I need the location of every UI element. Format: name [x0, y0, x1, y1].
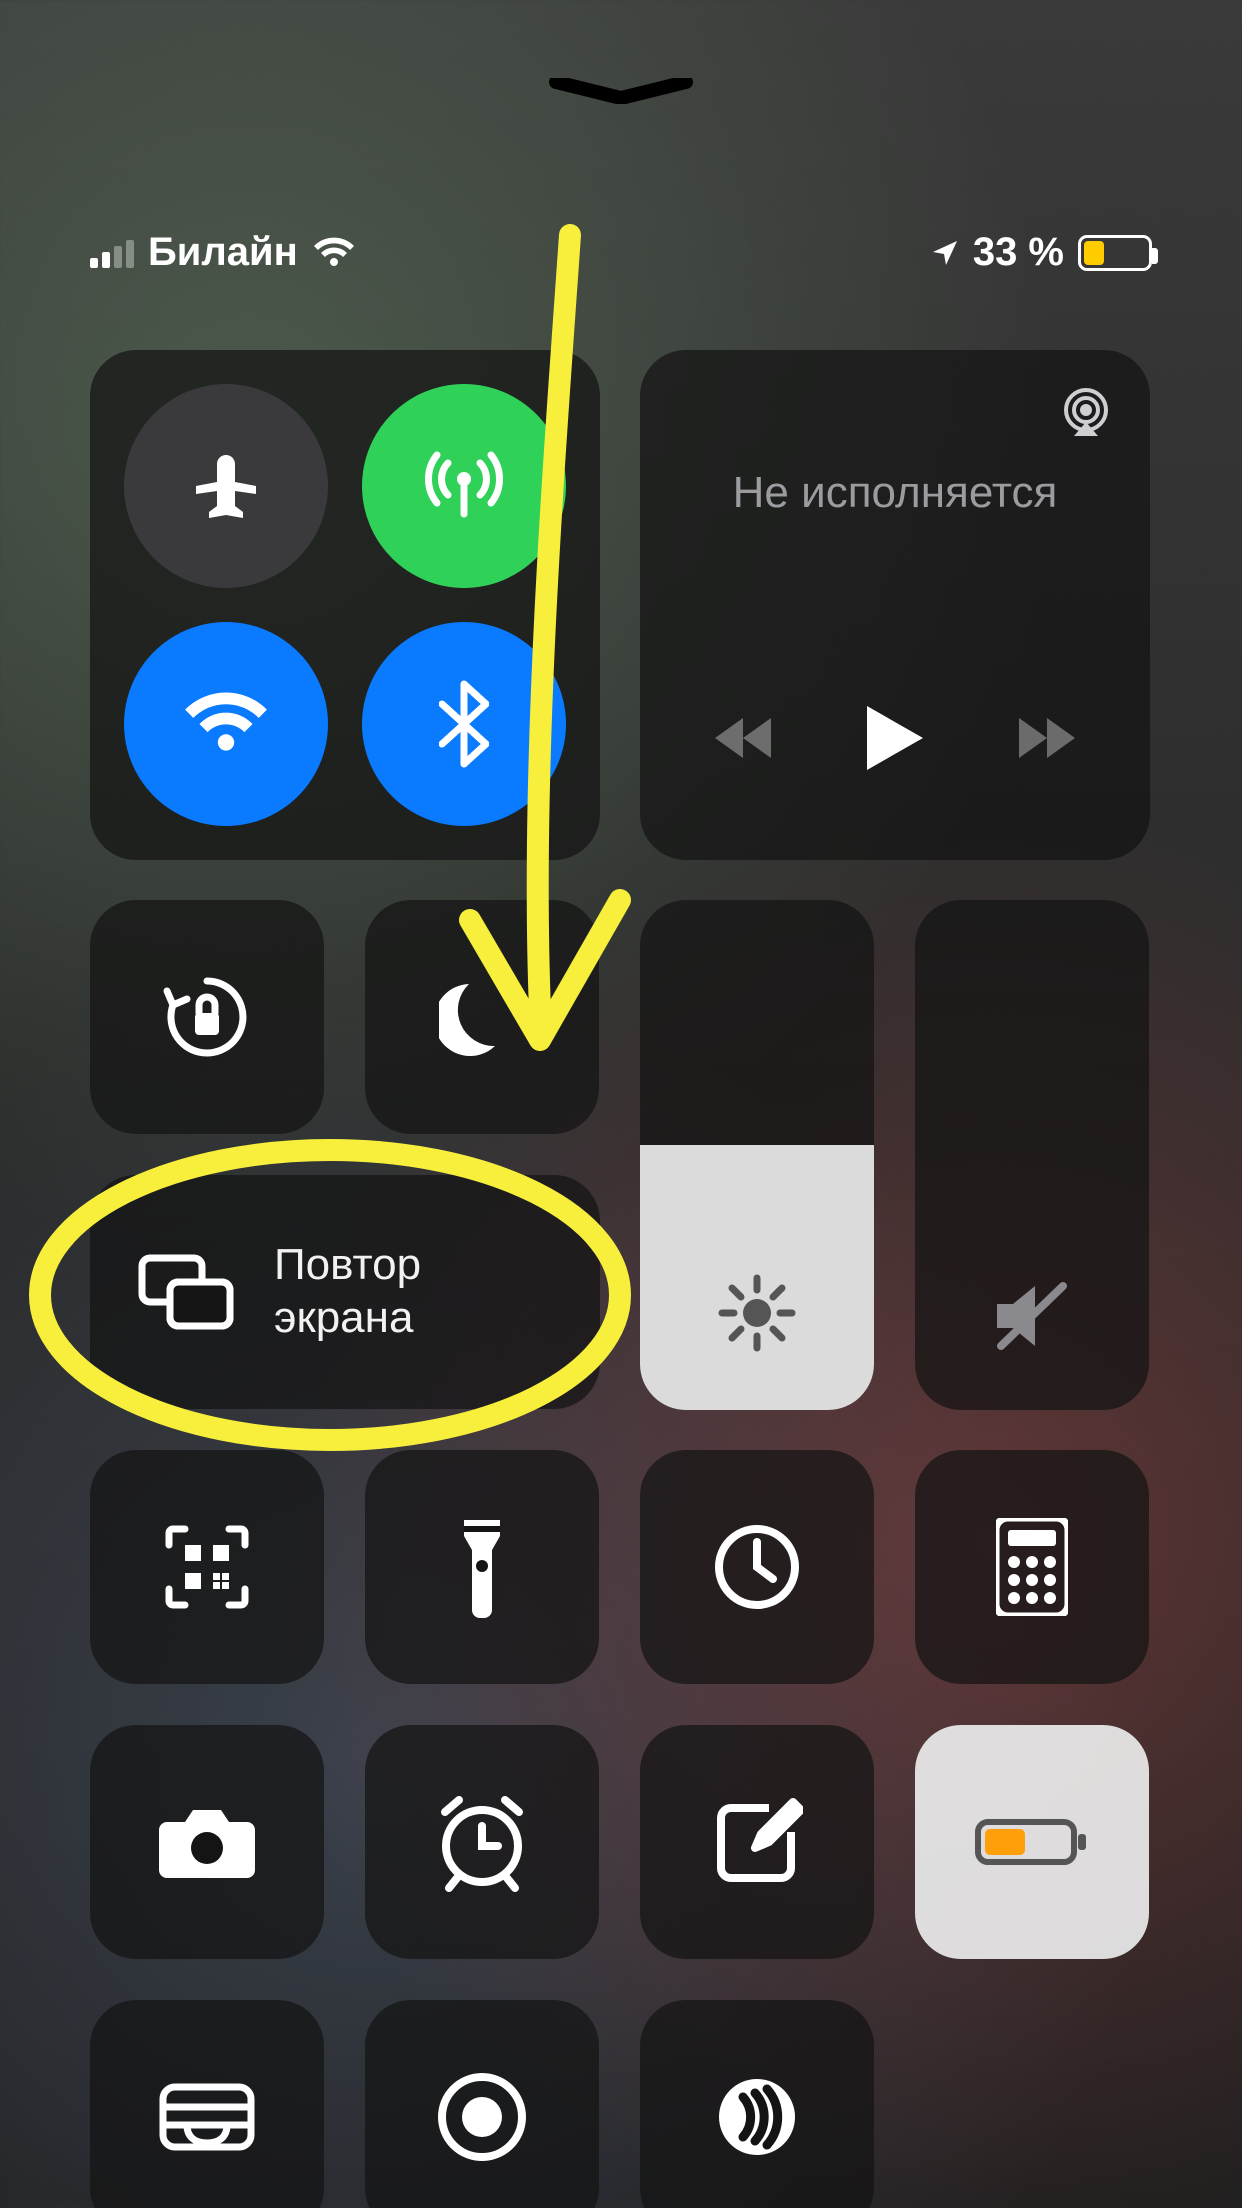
airplay-audio-icon[interactable]: [1056, 384, 1116, 444]
moon-icon: [439, 974, 525, 1060]
now-playing-panel[interactable]: Не исполняется: [640, 350, 1150, 860]
play-button[interactable]: [867, 706, 923, 770]
screen-mirroring-label: Повтор экрана: [274, 1239, 421, 1345]
wallet-icon: [157, 2077, 257, 2157]
bluetooth-button[interactable]: [362, 622, 566, 826]
dismiss-chevron-icon[interactable]: [546, 78, 696, 104]
screen-record-icon: [436, 2071, 528, 2163]
battery-icon: [1078, 235, 1152, 271]
low-power-mode-button[interactable]: [915, 1725, 1149, 1959]
carrier-label: Билайн: [148, 230, 298, 275]
screen-mirroring-button[interactable]: Повтор экрана: [90, 1175, 600, 1409]
note-compose-icon: [711, 1796, 803, 1888]
alarm-clock-icon: [431, 1792, 533, 1892]
battery-fill: [1084, 241, 1104, 265]
previous-track-button[interactable]: [713, 714, 777, 762]
qr-scanner-button[interactable]: [90, 1450, 324, 1684]
status-bar: Билайн 33 %: [90, 230, 1152, 275]
nfc-tag-reader-button[interactable]: [640, 2000, 874, 2208]
timer-button[interactable]: [640, 1450, 874, 1684]
calculator-button[interactable]: [915, 1450, 1149, 1684]
screen-mirroring-icon: [136, 1252, 236, 1332]
do-not-disturb-button[interactable]: [365, 900, 599, 1134]
next-track-button[interactable]: [1013, 714, 1077, 762]
flashlight-button[interactable]: [365, 1450, 599, 1684]
now-playing-title: Не исполняется: [733, 468, 1058, 518]
calculator-icon: [996, 1518, 1068, 1616]
airplane-mode-button[interactable]: [124, 384, 328, 588]
sun-icon: [714, 1270, 800, 1356]
nfc-icon: [711, 2071, 803, 2163]
cellular-data-button[interactable]: [362, 384, 566, 588]
cellular-signal-icon: [90, 238, 134, 268]
qr-code-icon: [161, 1521, 253, 1613]
wifi-button[interactable]: [124, 622, 328, 826]
connectivity-panel[interactable]: [90, 350, 600, 860]
cellular-antenna-icon: [421, 443, 507, 529]
rotation-lock-icon: [157, 967, 257, 1067]
wifi-icon: [312, 236, 356, 270]
volume-slider[interactable]: [915, 900, 1149, 1410]
location-icon: [931, 239, 959, 267]
orientation-lock-button[interactable]: [90, 900, 324, 1134]
camera-button[interactable]: [90, 1725, 324, 1959]
airplane-icon: [183, 443, 269, 529]
wallet-button[interactable]: [90, 2000, 324, 2208]
brightness-slider[interactable]: [640, 900, 874, 1410]
bluetooth-icon: [439, 679, 489, 769]
timer-icon: [710, 1520, 804, 1614]
camera-icon: [155, 1802, 259, 1882]
flashlight-icon: [454, 1512, 510, 1622]
speaker-muted-icon: [987, 1276, 1077, 1356]
wifi-icon: [181, 689, 271, 759]
screen-record-button[interactable]: [365, 2000, 599, 2208]
battery-percent-label: 33 %: [973, 230, 1064, 275]
alarm-button[interactable]: [365, 1725, 599, 1959]
battery-low-power-icon: [972, 1812, 1092, 1872]
quick-note-button[interactable]: [640, 1725, 874, 1959]
